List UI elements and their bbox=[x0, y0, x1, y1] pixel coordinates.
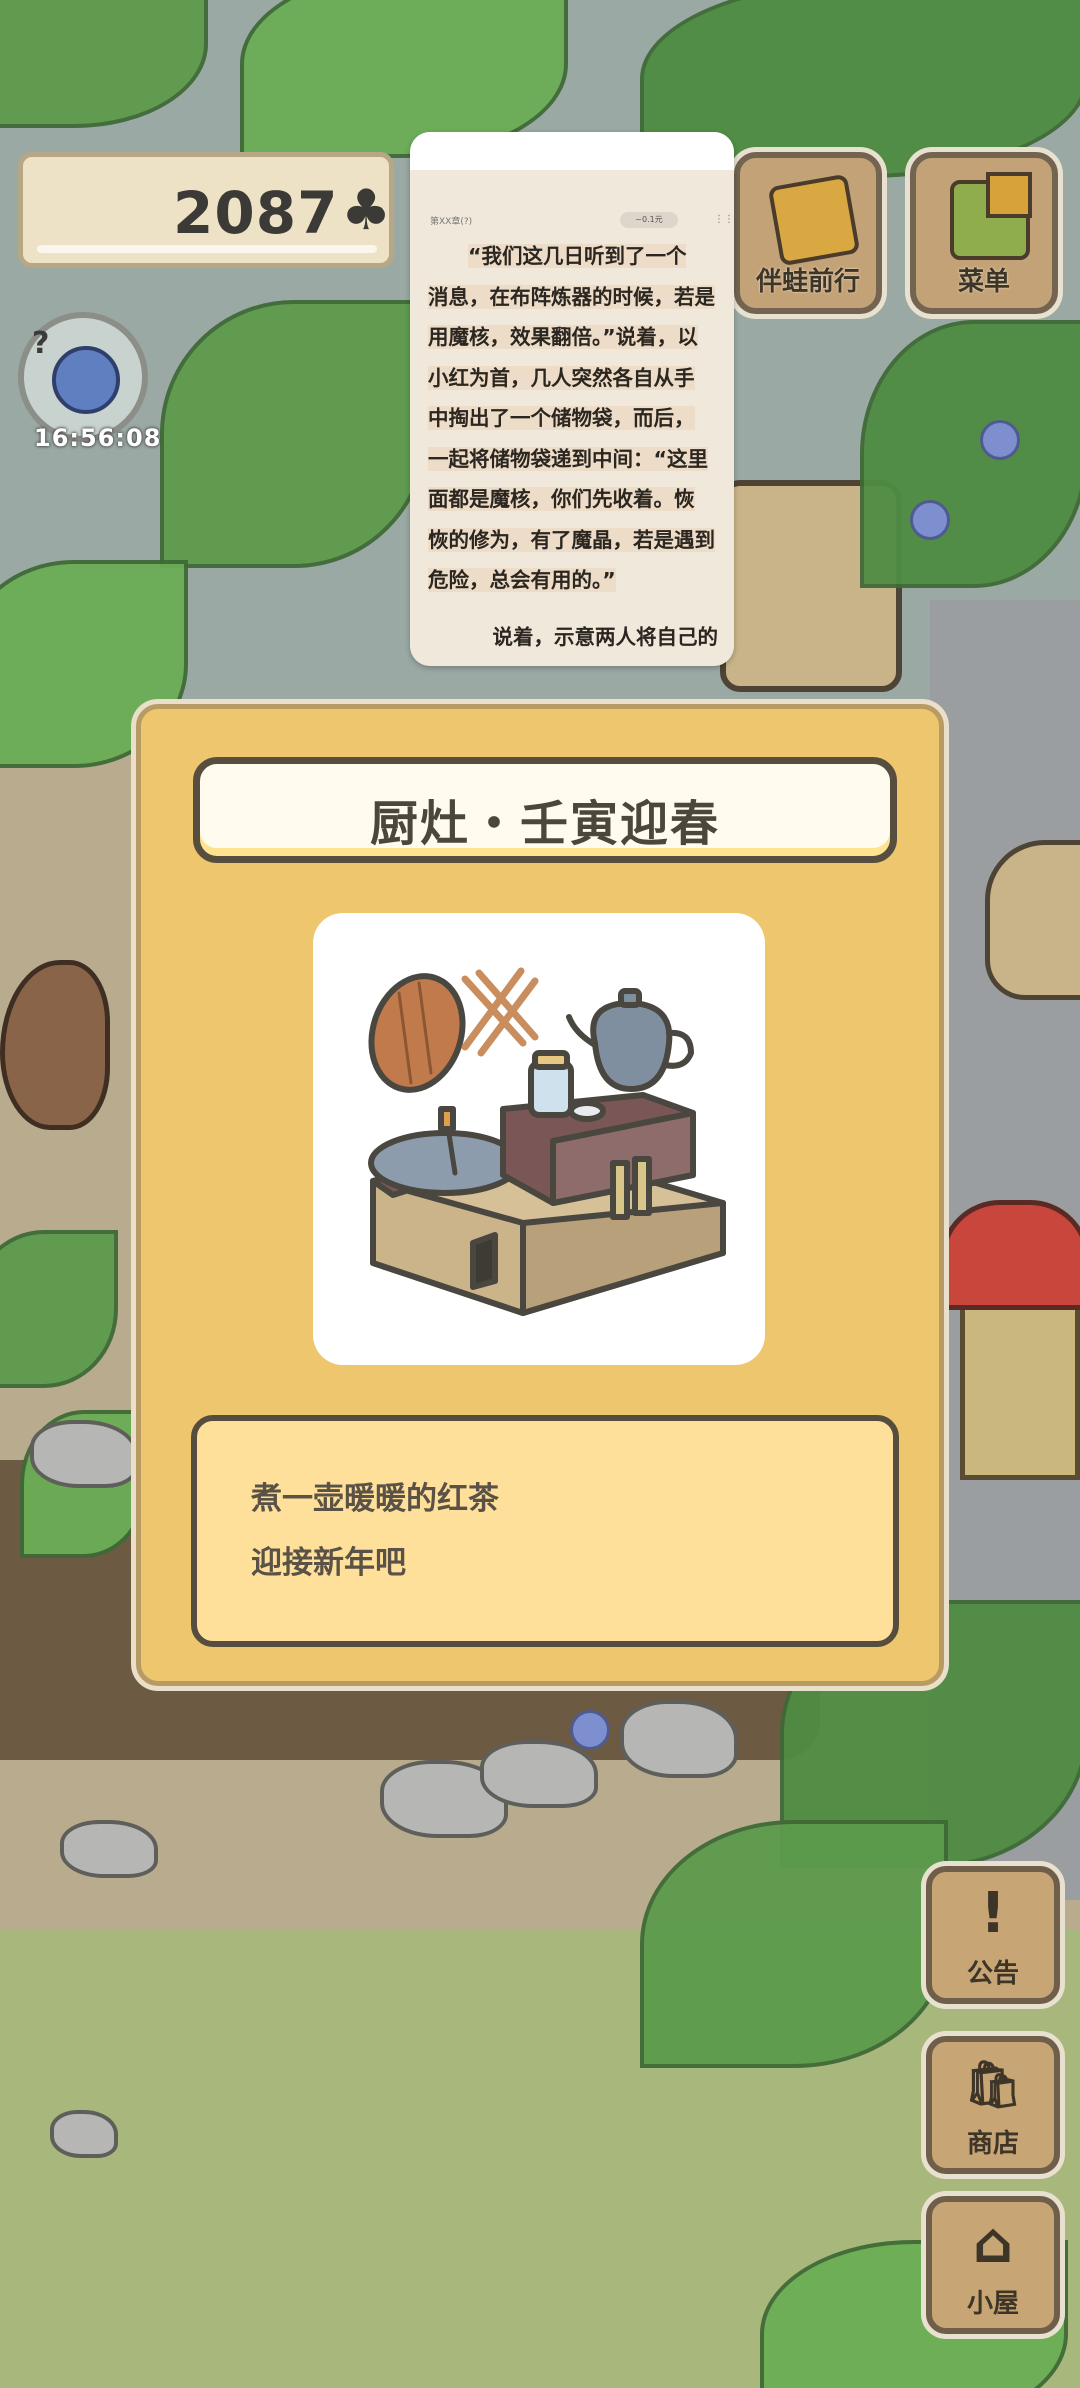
reader-line: 用魔核，效果翻倍。”说着，以 bbox=[428, 325, 698, 349]
announcement-label: 公告 bbox=[966, 1959, 1019, 1989]
leaf-decoration bbox=[640, 1820, 948, 2068]
garden-rock bbox=[60, 1820, 158, 1878]
garden-rock bbox=[50, 2110, 118, 2158]
exclamation-icon: ! bbox=[980, 1881, 1006, 1946]
garden-rock bbox=[620, 1700, 738, 1778]
reader-line: 危险，总会有用的。” bbox=[428, 568, 616, 592]
clover-counter[interactable]: 2087 ♣ bbox=[18, 152, 394, 268]
menu-label: 菜单 bbox=[957, 267, 1010, 297]
house-label: 小屋 bbox=[966, 2289, 1019, 2319]
reader-line: 面都是魔核，你们先收着。恢 bbox=[428, 487, 695, 511]
friends-avatar-button[interactable]: ? bbox=[18, 312, 148, 442]
reader-next-line: 说着，示意两人将自己的 bbox=[492, 625, 719, 649]
teapot-icon bbox=[590, 1000, 673, 1092]
cutting-board-icon bbox=[368, 973, 466, 1093]
chopsticks-icon bbox=[461, 967, 539, 1057]
reader-line: 一起将储物袋递到中间：“这里 bbox=[428, 446, 708, 471]
reader-line: “我们这几日听到了一个 bbox=[468, 244, 687, 268]
garden-cage bbox=[985, 840, 1080, 1000]
shop-label: 商店 bbox=[966, 2129, 1019, 2159]
clover-count: 2087 bbox=[173, 179, 339, 247]
reader-line: 小红为首，几人突然各自从手 bbox=[428, 365, 695, 390]
mailbox-post bbox=[960, 1300, 1080, 1480]
glass-jar-icon bbox=[528, 1060, 574, 1118]
teacup-icon bbox=[568, 1100, 606, 1122]
clover-bar bbox=[37, 245, 377, 253]
shop-bags-icon: 🛍 bbox=[963, 2057, 1023, 2111]
reader-price-pill[interactable]: ~0.1元 bbox=[620, 212, 678, 228]
garden-rock bbox=[480, 1740, 598, 1808]
travel-companion-label: 伴蛙前行 bbox=[755, 267, 860, 297]
reader-line: 消息，在布阵炼器的时候，若是 bbox=[428, 284, 715, 309]
garden-rock bbox=[30, 1420, 138, 1488]
avatar bbox=[52, 346, 120, 414]
reader-menu-icon[interactable]: ⋮⋮ bbox=[714, 214, 734, 225]
flower-decoration bbox=[910, 500, 950, 540]
house-icon: ⌂ bbox=[972, 2211, 1014, 2276]
reader-toolbar: 第XX章(?) ~0.1元 ⋮⋮ bbox=[430, 212, 734, 230]
menu-tiles-icon bbox=[950, 172, 1032, 260]
clover-icon: ♣ bbox=[341, 178, 392, 243]
menu-button[interactable]: 菜单 bbox=[910, 152, 1058, 314]
item-title: 厨灶・壬寅迎春 bbox=[369, 796, 720, 852]
item-image bbox=[313, 913, 765, 1365]
leaf-decoration bbox=[160, 300, 428, 568]
house-button[interactable]: ⌂ 小屋 bbox=[926, 2196, 1060, 2334]
leaf-decoration bbox=[860, 320, 1080, 588]
shop-button[interactable]: 🛍 商店 bbox=[926, 2036, 1060, 2174]
reader-line: 中掏出了一个储物袋，而后， bbox=[428, 406, 695, 430]
question-mark-icon: ? bbox=[32, 326, 50, 361]
stove-illustration bbox=[368, 967, 726, 1316]
flower-decoration bbox=[980, 420, 1020, 460]
reader-header bbox=[410, 132, 734, 170]
travel-companion-button[interactable]: 伴蛙前行 bbox=[734, 152, 882, 314]
flower-decoration bbox=[570, 1710, 610, 1750]
mailbox[interactable] bbox=[940, 1200, 1080, 1310]
item-detail-card[interactable]: 厨灶・壬寅迎春 煮一壶暖暖的红茶 迎接新年吧 bbox=[136, 704, 944, 1686]
game-clock: 16:56:08 bbox=[34, 424, 162, 452]
announcement-button[interactable]: ! 公告 bbox=[926, 1866, 1060, 2004]
reader-paragraph[interactable]: “我们这几日听到了一个 消息，在布阵炼器的时候，若是 用魔核，效果翻倍。”说着，… bbox=[428, 236, 720, 601]
item-description-line: 迎接新年吧 bbox=[251, 1545, 406, 1581]
item-description-line: 煮一壶暖暖的红茶 bbox=[251, 1481, 499, 1517]
item-title-box: 厨灶・壬寅迎春 bbox=[193, 757, 897, 863]
item-description-box: 煮一壶暖暖的红茶 迎接新年吧 bbox=[191, 1415, 899, 1647]
travel-book-icon bbox=[767, 173, 861, 267]
reader-chapter[interactable]: 第XX章(?) bbox=[430, 214, 472, 227]
floating-reader-window[interactable]: 第XX章(?) ~0.1元 ⋮⋮ “我们这几日听到了一个 消息，在布阵炼器的时候… bbox=[410, 132, 734, 666]
wok-icon bbox=[368, 1130, 522, 1196]
reader-line: 恢的修为，有了魔晶，若是遇到 bbox=[428, 527, 715, 552]
